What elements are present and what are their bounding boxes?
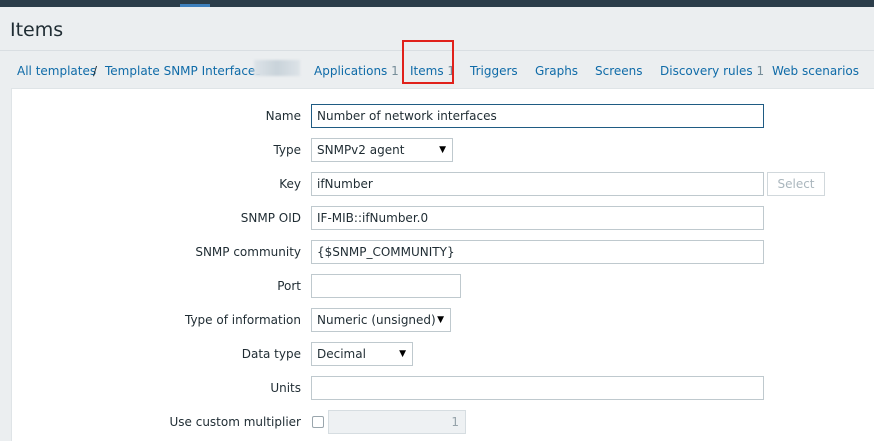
tab-web-scenarios-label: Web scenarios <box>772 64 860 78</box>
type-select-value: SNMPv2 agent <box>317 143 405 157</box>
type-of-information-select[interactable]: Numeric (unsigned) ▼ <box>311 308 451 332</box>
tab-discovery-rules-label: Discovery rules <box>660 64 753 78</box>
key-select-button[interactable]: Select <box>767 172 825 196</box>
dropdown-arrow-icon: ▼ <box>437 315 444 325</box>
key-input[interactable]: ifNumber <box>311 172 764 196</box>
tab-screens[interactable]: Screens <box>595 64 643 78</box>
page-title: Items <box>10 19 64 41</box>
name-label: Name <box>265 109 301 123</box>
highlight-box <box>402 40 454 84</box>
header-accent <box>180 4 210 7</box>
tab-applications[interactable]: Applications 1 <box>314 64 399 78</box>
tab-web-scenarios[interactable]: Web scenarios <box>772 64 859 78</box>
units-label: Units <box>270 381 301 395</box>
snmp-oid-input[interactable]: IF-MIB::ifNumber.0 <box>311 206 764 230</box>
tab-graphs[interactable]: Graphs <box>535 64 578 78</box>
redacted-text <box>254 60 300 76</box>
custom-multiplier-checkbox[interactable] <box>312 416 324 428</box>
tab-applications-label: Applications <box>314 64 388 78</box>
snmp-community-input[interactable]: {$SNMP_COMMUNITY} <box>311 240 764 264</box>
custom-multiplier-input: 1 <box>328 410 466 434</box>
tab-discovery-rules-count: 1 <box>756 64 765 78</box>
data-type-label: Data type <box>241 347 301 361</box>
dropdown-arrow-icon: ▼ <box>439 145 446 155</box>
data-type-value: Decimal <box>317 347 366 361</box>
tab-discovery-rules[interactable]: Discovery rules 1 <box>660 64 764 78</box>
tab-applications-count: 1 <box>391 64 399 78</box>
type-select[interactable]: SNMPv2 agent ▼ <box>311 138 453 162</box>
port-label: Port <box>277 279 301 293</box>
key-label: Key <box>279 177 301 191</box>
snmp-oid-label: SNMP OID <box>240 211 301 225</box>
type-label: Type <box>273 143 301 157</box>
type-of-information-value: Numeric (unsigned) <box>317 313 436 327</box>
snmp-community-label: SNMP community <box>195 245 301 259</box>
dropdown-arrow-icon: ▼ <box>399 349 406 359</box>
port-input[interactable] <box>311 274 461 298</box>
breadcrumb-template-name[interactable]: Template SNMP Interfaces <box>105 64 262 78</box>
name-input[interactable]: Number of network interfaces <box>311 104 764 128</box>
tab-triggers-label: Triggers <box>470 64 518 78</box>
data-type-select[interactable]: Decimal ▼ <box>311 342 413 366</box>
breadcrumb-separator: / <box>93 64 98 78</box>
top-header-bar <box>0 0 874 7</box>
tab-screens-label: Screens <box>595 64 643 78</box>
custom-multiplier-label: Use custom multiplier <box>169 415 301 429</box>
breadcrumb-all-templates[interactable]: All templates <box>17 64 96 78</box>
tab-graphs-label: Graphs <box>535 64 579 78</box>
tab-triggers[interactable]: Triggers <box>470 64 518 78</box>
type-of-information-label: Type of information <box>184 313 301 327</box>
units-input[interactable] <box>311 376 764 400</box>
